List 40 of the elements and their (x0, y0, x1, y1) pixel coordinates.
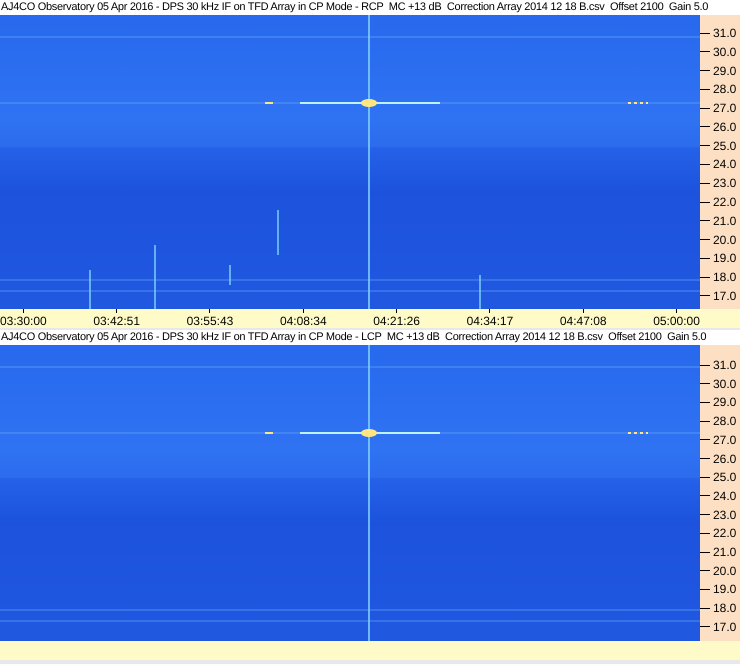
frequency-label: 29.0 (713, 395, 736, 410)
frequency-label: 24.0 (713, 157, 736, 172)
frequency-label: 29.0 (713, 64, 736, 78)
frequency-label: 18.0 (713, 601, 736, 616)
time-label: 04:47:08 (560, 314, 607, 328)
frequency-label: 20.0 (713, 564, 736, 578)
time-label: 04:21:26 (373, 314, 420, 328)
frequency-label: 21.0 (713, 545, 736, 560)
time-label: 03:55:43 (186, 314, 234, 328)
frequency-label: 27.0 (713, 101, 736, 116)
frequency-label: 20.0 (713, 232, 736, 247)
frequency-label: 19.0 (713, 251, 736, 266)
frequency-label: 17.0 (713, 620, 736, 634)
frequency-label: 30.0 (713, 44, 736, 59)
frequency-label: 31.0 (713, 358, 736, 372)
time-label: 05:00:00 (653, 314, 700, 328)
frequency-label: 23.0 (713, 176, 736, 190)
time-label: 03:30:00 (0, 314, 47, 328)
frequency-label: 28.0 (713, 414, 736, 428)
chart-title: AJ4CO Observatory 05 Apr 2016 - DPS 30 kHz IF on TFD Array in CP Mode - RCP MC +13 dB Correction Array 2014 12 18 B.csv Offset 2100 Gain 5.0 (0, 0, 740, 15)
frequency-label: 22.0 (713, 195, 736, 210)
frequency-label: 26.0 (713, 452, 736, 466)
frequency-label: 25.0 (713, 138, 736, 153)
time-label: 04:34:17 (466, 314, 514, 328)
frequency-label: 21.0 (713, 214, 736, 228)
frequency-label: 24.0 (713, 488, 736, 503)
frequency-label: 18.0 (713, 270, 736, 284)
chart-title: AJ4CO Observatory 05 Apr 2016 - DPS 30 kHz IF on TFD Array in CP Mode - LCP MC +13 dB Correction Array 2014 12 18 B.csv Offset 2100 Gain 5.0 (0, 330, 740, 345)
time-label: 03:42:51 (93, 314, 140, 328)
frequency-label: 22.0 (713, 526, 736, 540)
frequency-label: 25.0 (713, 470, 736, 484)
frequency-label: 28.0 (713, 82, 736, 96)
frequency-label: 31.0 (713, 26, 736, 40)
frequency-label: 26.0 (713, 120, 736, 134)
frequency-label: 30.0 (713, 376, 736, 391)
frequency-label: 17.0 (713, 288, 736, 303)
frequency-label: 23.0 (713, 508, 736, 522)
frequency-label: 27.0 (713, 432, 736, 447)
frequency-label: 19.0 (713, 582, 736, 596)
time-label: 04:08:34 (280, 314, 327, 328)
